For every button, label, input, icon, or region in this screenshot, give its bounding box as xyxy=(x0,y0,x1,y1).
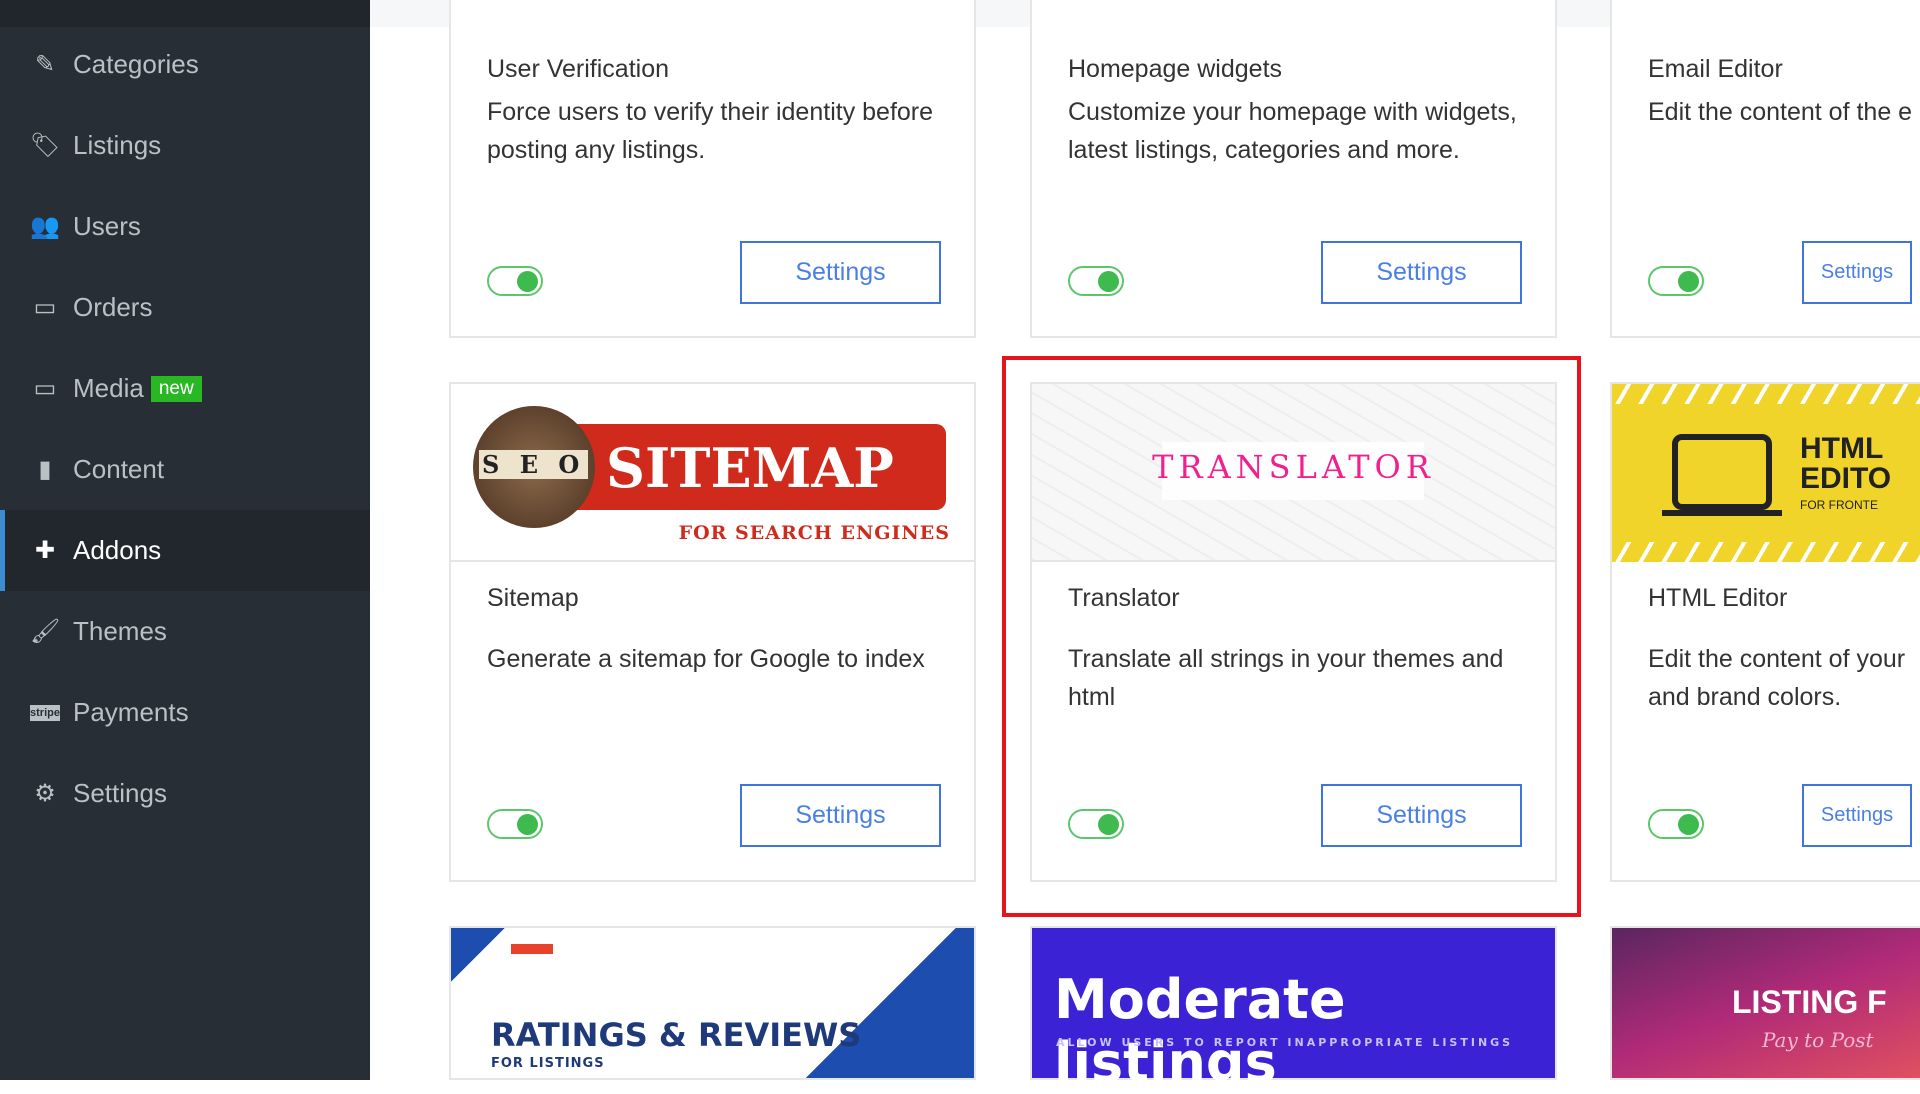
html-editor-banner: HTML EDITO FOR FRONTE xyxy=(1612,384,1920,562)
sidebar-item-media[interactable]: ▭ Media new xyxy=(0,348,370,429)
ratings-banner: RATINGS & REVIEWS FOR LISTINGS xyxy=(451,928,974,1078)
addon-card: User Verification Force users to verify t… xyxy=(449,0,976,338)
addon-card: RATINGS & REVIEWS FOR LISTINGS xyxy=(449,926,976,1080)
addon-title: User Verification xyxy=(487,55,670,83)
sidebar-item-label: Content xyxy=(73,454,165,484)
file-icon: ▮ xyxy=(38,456,52,483)
puzzle-icon: ✚ xyxy=(34,537,56,564)
addon-card: LISTING F Pay to Post xyxy=(1610,926,1920,1080)
gears-icon: ⚙ xyxy=(34,780,56,807)
brush-icon: 🖌 xyxy=(30,618,61,645)
addon-enabled-toggle[interactable] xyxy=(1648,809,1704,839)
sidebar-item-label: Listings xyxy=(73,130,162,160)
addon-description: Edit the content of your and brand color… xyxy=(1648,645,1906,711)
addon-title: Sitemap xyxy=(487,584,579,612)
sidebar-topbar xyxy=(0,0,370,27)
highlight-box xyxy=(1002,356,1581,917)
moderate-banner: Moderate listings ALLOW USERS TO REPORT … xyxy=(1032,928,1555,1094)
inbox-icon: ▭ xyxy=(33,375,57,402)
sidebar-item-users[interactable]: 👥 Users xyxy=(0,186,370,267)
sidebar-item-label: Themes xyxy=(73,616,167,646)
addon-title: Email Editor xyxy=(1648,55,1783,83)
users-icon: 👥 xyxy=(30,213,60,240)
sidebar-item-categories[interactable]: ✎ Categories xyxy=(0,24,370,105)
settings-button[interactable]: Settings xyxy=(740,784,941,847)
sidebar-item-label: Orders xyxy=(73,292,153,322)
sidebar-item-label: Addons xyxy=(73,535,162,565)
addon-enabled-toggle[interactable] xyxy=(1068,266,1124,296)
tags-icon: 🏷 xyxy=(30,132,61,159)
new-badge: new xyxy=(150,375,202,402)
addon-title: HTML Editor xyxy=(1648,584,1788,612)
sidebar-item-payments[interactable]: stripe Payments xyxy=(0,672,370,753)
sidebar-item-label: Payments xyxy=(73,697,189,727)
sidebar-item-label: Media xyxy=(73,373,144,403)
addon-card: Moderate listings ALLOW USERS TO REPORT … xyxy=(1030,926,1557,1094)
sidebar-item-label: Settings xyxy=(73,778,167,808)
settings-button[interactable]: Settings xyxy=(1802,784,1912,847)
settings-button[interactable]: Settings xyxy=(740,241,941,304)
sidebar-item-listings[interactable]: 🏷 Listings xyxy=(0,105,370,186)
sitemap-banner: S E O SITEMAP FOR SEARCH ENGINES xyxy=(451,384,974,562)
addon-card: HTML EDITO FOR FRONTE HTML Editor Edit the… xyxy=(1610,382,1920,882)
listing-fees-banner: LISTING F Pay to Post xyxy=(1612,928,1920,1078)
inbox-icon: ▭ xyxy=(33,294,57,321)
settings-button[interactable]: Settings xyxy=(1802,241,1912,304)
sidebar-item-label: Categories xyxy=(73,49,199,79)
addon-description: Edit the content of the e xyxy=(1648,98,1913,126)
sidebar-item-settings[interactable]: ⚙ Settings xyxy=(0,753,370,834)
stripe-icon: stripe xyxy=(30,704,60,721)
addon-description: Force users to verify their identity bef… xyxy=(487,98,934,164)
sidebar-item-content[interactable]: ▮ Content xyxy=(0,429,370,510)
sidebar-item-addons[interactable]: ✚ Addons xyxy=(0,510,370,591)
addon-enabled-toggle[interactable] xyxy=(1648,266,1704,296)
addon-enabled-toggle[interactable] xyxy=(487,266,543,296)
sidebar-item-themes[interactable]: 🖌 Themes xyxy=(0,591,370,672)
edit-icon: ✎ xyxy=(34,51,56,78)
sidebar-item-label: Users xyxy=(73,211,141,241)
addon-card: S E O SITEMAP FOR SEARCH ENGINES Sitemap G… xyxy=(449,382,976,882)
addon-title: Homepage widgets xyxy=(1068,55,1283,83)
settings-button[interactable]: Settings xyxy=(1321,241,1522,304)
addon-card: Email Editor Edit the content of the e Set… xyxy=(1610,0,1920,338)
addon-card: Homepage widgets Customize your homepage … xyxy=(1030,0,1557,338)
addon-enabled-toggle[interactable] xyxy=(487,809,543,839)
addon-description: Generate a sitemap for Google to index xyxy=(487,645,925,673)
sidebar: ✎ Categories 🏷 Listings 👥 Users ▭ Orders ▭ Media n… xyxy=(0,0,370,1080)
addon-description: Customize your homepage with widgets, la… xyxy=(1068,98,1517,164)
sidebar-item-orders[interactable]: ▭ Orders xyxy=(0,267,370,348)
